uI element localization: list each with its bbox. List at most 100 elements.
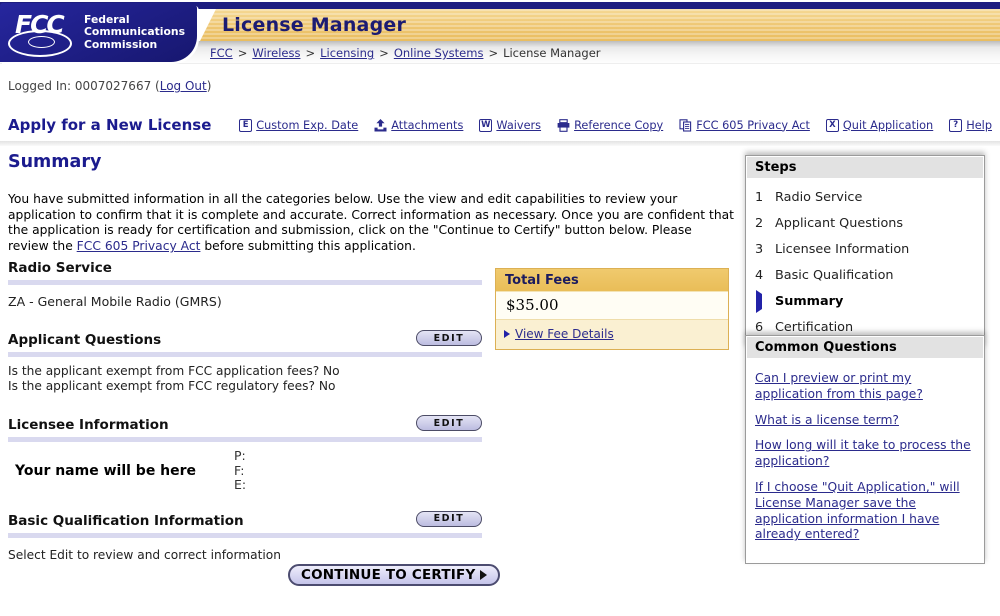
phone-label: P: [234, 449, 246, 464]
help-question-icon: ? [949, 119, 962, 132]
waiver-w-icon: W [479, 119, 492, 132]
arrow-right-icon [504, 330, 510, 338]
steps-title: Steps [747, 157, 983, 178]
section-divider [8, 437, 482, 442]
step-item-licensee-information: 3 Licensee Information [755, 236, 975, 262]
step-label: Licensee Information [775, 242, 909, 257]
common-questions-box: Common Questions Can I preview or print … [745, 335, 985, 564]
logged-in-text: Logged In: 0007027667 ( [8, 79, 160, 93]
toolbar-title: Apply for a New License [8, 116, 211, 134]
question-link-quit-save[interactable]: If I choose "Quit Application," will Lic… [755, 480, 975, 543]
step-number: 2 [755, 216, 765, 231]
licensee-information-edit-button[interactable]: EDIT [416, 415, 482, 431]
applicant-questions-edit-button[interactable]: EDIT [416, 330, 482, 346]
step-label: Basic Qualification [775, 268, 894, 283]
quit-application-link[interactable]: X Quit Application [826, 119, 933, 132]
breadcrumb-link-wireless[interactable]: Wireless [252, 46, 300, 60]
step-label: Radio Service [775, 190, 862, 205]
summary-sections: Radio Service ZA - General Mobile Radio … [8, 260, 482, 562]
step-label: Summary [775, 294, 843, 309]
total-fees-amount: $35.00 [496, 291, 728, 320]
custom-exp-date-link[interactable]: E Custom Exp. Date [239, 119, 358, 132]
step-item-summary-current: Summary [755, 288, 975, 314]
email-label: E: [234, 478, 246, 493]
section-divider [8, 352, 482, 357]
question-link-license-term[interactable]: What is a license term? [755, 413, 975, 429]
log-out-link[interactable]: Log Out [160, 79, 207, 93]
question-link-preview-print[interactable]: Can I preview or print my application fr… [755, 371, 975, 403]
printer-icon [557, 119, 570, 132]
steps-box: Steps 1 Radio Service 2 Applicant Questi… [745, 155, 985, 349]
licensee-contact: P: F: E: [234, 449, 246, 493]
view-fee-details-link[interactable]: View Fee Details [515, 327, 614, 341]
breadcrumb: FCC > Wireless > Licensing > Online Systems > Li… [210, 46, 601, 60]
breadcrumb-separator: > [488, 46, 498, 60]
page-title: Summary [8, 152, 101, 172]
breadcrumb-link-fcc[interactable]: FCC [210, 46, 233, 60]
applicant-question-2: Is the applicant exempt from FCC regulat… [8, 379, 482, 394]
intro-paragraph: You have submitted information in all th… [8, 192, 735, 255]
applicant-questions-section: Applicant Questions EDIT Is the applican… [8, 330, 482, 394]
breadcrumb-current: License Manager [503, 46, 600, 60]
licensee-information-section: Licensee Information EDIT Your name will… [8, 415, 482, 493]
quit-application-label: Quit Application [843, 119, 933, 132]
toolbar-links: E Custom Exp. Date Attachments W Waivers [239, 119, 992, 132]
step-item-radio-service: 1 Radio Service [755, 184, 975, 210]
radio-service-title: Radio Service [8, 260, 112, 276]
session-status: Logged In: 0007027667 (Log Out) [8, 79, 211, 93]
fcc-logo-swoosh-inner [28, 36, 55, 48]
common-questions-list: Can I preview or print my application fr… [746, 359, 984, 563]
common-questions-title: Common Questions [747, 337, 983, 358]
intro-text-after: before submitting this application. [200, 239, 415, 253]
steps-list: 1 Radio Service 2 Applicant Questions 3 … [746, 179, 984, 348]
attachments-label: Attachments [391, 119, 463, 132]
reference-copy-label: Reference Copy [574, 119, 663, 132]
fcc-org-line: Communications [84, 26, 185, 38]
step-number: 4 [755, 268, 765, 283]
step-label: Applicant Questions [775, 216, 903, 231]
breadcrumb-link-online-systems[interactable]: Online Systems [394, 46, 484, 60]
radio-service-section: Radio Service ZA - General Mobile Radio … [8, 260, 482, 309]
privacy-act-inline-link[interactable]: FCC 605 Privacy Act [77, 239, 201, 253]
toolbar: Apply for a New License E Custom Exp. Da… [8, 116, 992, 134]
fcc-logo-block: FCC Federal Communications Commission [0, 3, 197, 62]
basic-qualification-note: Select Edit to review and correct inform… [8, 548, 482, 562]
licensee-information-title: Licensee Information [8, 417, 169, 433]
waivers-link[interactable]: W Waivers [479, 119, 541, 132]
section-divider [8, 533, 482, 538]
continue-to-certify-label: CONTINUE TO CERTIFY [301, 567, 475, 583]
privacy-act-link[interactable]: FCC 605 Privacy Act [679, 119, 810, 132]
breadcrumb-separator: > [305, 46, 315, 60]
step-number: 1 [755, 190, 765, 205]
continue-to-certify-button[interactable]: CONTINUE TO CERTIFY [288, 564, 500, 586]
documents-icon [679, 119, 692, 132]
basic-qualification-edit-button[interactable]: EDIT [416, 511, 482, 527]
help-label: Help [966, 119, 992, 132]
breadcrumb-separator: > [238, 46, 248, 60]
step-number: 3 [755, 242, 765, 257]
attachments-link[interactable]: Attachments [374, 119, 463, 132]
current-step-arrow-icon [755, 294, 765, 309]
reference-copy-link[interactable]: Reference Copy [557, 119, 663, 132]
arrow-right-icon [480, 570, 487, 580]
section-divider [8, 280, 482, 285]
breadcrumb-link-licensing[interactable]: Licensing [320, 46, 374, 60]
step-number: 6 [755, 320, 765, 335]
calendar-e-icon: E [239, 119, 252, 132]
fcc-logo-icon: FCC [13, 10, 75, 56]
license-manager-page: License Manager FCC > Wireless > Licensing > O… [0, 0, 1000, 616]
licensee-name: Your name will be here [8, 449, 234, 493]
question-link-processing-time[interactable]: How long will it take to process the app… [755, 438, 975, 470]
total-fees-box: Total Fees $35.00 View Fee Details [495, 268, 729, 350]
app-title: License Manager [196, 14, 406, 36]
upload-icon [374, 119, 387, 132]
privacy-act-label: FCC 605 Privacy Act [696, 119, 810, 132]
breadcrumb-separator: > [379, 46, 389, 60]
step-item-basic-qualification: 4 Basic Qualification [755, 262, 975, 288]
total-fees-title: Total Fees [496, 269, 728, 291]
help-link[interactable]: ? Help [949, 119, 992, 132]
custom-exp-date-label: Custom Exp. Date [256, 119, 358, 132]
waivers-label: Waivers [496, 119, 541, 132]
step-item-applicant-questions: 2 Applicant Questions [755, 210, 975, 236]
radio-service-value: ZA - General Mobile Radio (GMRS) [8, 294, 482, 309]
